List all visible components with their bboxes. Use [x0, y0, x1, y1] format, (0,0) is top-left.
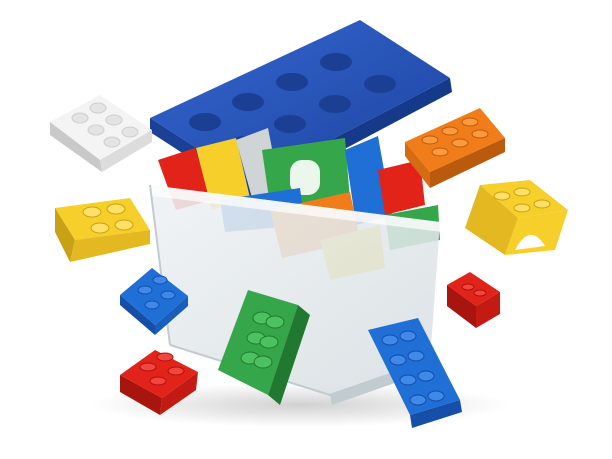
white-brick: [50, 95, 152, 172]
yellow-arch-brick-right: [465, 180, 568, 255]
red-small-brick: [447, 272, 500, 328]
yellow-arch-brick: [55, 198, 150, 262]
scene-canvas: [50, 20, 568, 428]
